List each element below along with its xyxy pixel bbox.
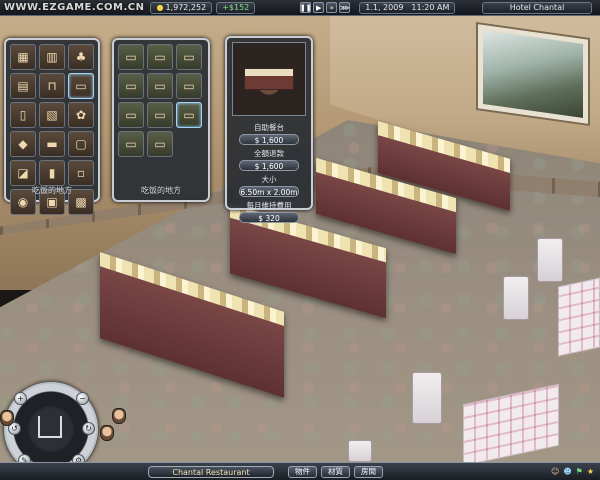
landscape-painting[interactable] xyxy=(478,24,588,124)
dining-chair[interactable] xyxy=(348,440,372,462)
minimap-view[interactable] xyxy=(28,406,74,452)
buffet-table-preview xyxy=(244,68,294,90)
staff-portrait-icon[interactable] xyxy=(0,410,14,426)
furniture-slot[interactable]: ◆ xyxy=(10,131,36,157)
furniture-slot-selected[interactable]: ▭ xyxy=(68,73,94,99)
guest-icon[interactable]: ☺ xyxy=(551,467,559,476)
objects-button[interactable]: 物件 xyxy=(288,465,317,478)
rotate-right-icon[interactable]: ↻ xyxy=(82,422,95,435)
income-value: +$152 xyxy=(222,3,250,12)
top-status-bar: WWW.EZGAME.COM.CN ● 1,972,252 +$152 ❚❚ ▶… xyxy=(0,0,600,16)
minimap-room-outline xyxy=(38,416,62,438)
buffet-slot[interactable]: ▭ xyxy=(118,44,144,70)
date-time-display: 1.1, 2009 11:20 AM xyxy=(359,1,456,14)
buffet-item-panel: ▭ ▭ ▭ ▭ ▭ ▭ ▭ ▭ ▭ ▭ ▭ 吃饭的地方 xyxy=(112,38,210,202)
money-display: ● 1,972,252 xyxy=(150,1,213,14)
item-info-panel: 自助餐台 $ 1,600 全額退款 $ 1,600 大小 6.50m x 2.0… xyxy=(225,36,313,223)
furniture-slot[interactable]: ▤ xyxy=(10,73,36,99)
play-icon[interactable]: ▶ xyxy=(313,2,325,13)
furniture-slot[interactable]: ⊓ xyxy=(39,73,65,99)
income-display: +$152 xyxy=(216,1,256,14)
furniture-category-panel: ▦ ▥ ♣ ▤ ⊓ ▭ ▯ ▧ ✿ ◆ ▬ ▢ ◪ ▮ ▫ ◉ ▣ ▩ 吃饭的地… xyxy=(4,38,100,215)
staff-icon[interactable]: ☻ xyxy=(563,467,571,476)
staff-portrait-icon[interactable] xyxy=(112,408,126,424)
furniture-slot[interactable]: ▮ xyxy=(39,160,65,186)
current-room-label[interactable]: Chantal Restaurant xyxy=(148,465,274,478)
dining-chair[interactable] xyxy=(537,238,563,282)
furniture-slot[interactable]: ▥ xyxy=(39,44,65,70)
furniture-slot[interactable]: ◪ xyxy=(10,160,36,186)
furniture-slot[interactable]: ▯ xyxy=(10,102,36,128)
rooms-button[interactable]: 房間 xyxy=(354,465,383,478)
size-label: 大小 xyxy=(261,175,277,184)
buffet-slot[interactable]: ▭ xyxy=(147,44,173,70)
speed-controls: ❚❚ ▶ » ⋙ xyxy=(299,2,351,13)
buffet-slot[interactable]: ▭ xyxy=(118,102,144,128)
buffet-slot[interactable]: ▭ xyxy=(176,44,202,70)
size-value: 6.50m x 2.00m xyxy=(239,186,299,197)
furniture-slot[interactable]: ▧ xyxy=(39,102,65,128)
dining-chair[interactable] xyxy=(503,276,529,320)
star-icon[interactable]: ★ xyxy=(587,467,594,476)
watermark-text: WWW.EZGAME.COM.CN xyxy=(4,2,145,13)
furniture-slot[interactable]: ▬ xyxy=(39,131,65,157)
faster-icon[interactable]: ⋙ xyxy=(339,2,351,13)
buffet-slot-selected[interactable]: ▭ xyxy=(176,102,202,128)
money-value: 1,972,252 xyxy=(165,3,207,12)
resale-label: 全額退款 xyxy=(254,149,284,158)
zoom-out-icon[interactable]: − xyxy=(76,392,89,405)
game-time: 11:20 AM xyxy=(411,3,450,12)
dining-chair[interactable] xyxy=(412,372,442,424)
hotel-name-display[interactable]: Hotel Chantal xyxy=(482,1,592,14)
game-date: 1.1, 2009 xyxy=(365,3,404,12)
buffet-slot[interactable]: ▭ xyxy=(147,73,173,99)
current-room-name: Chantal Restaurant xyxy=(172,467,250,477)
upkeep-label: 每月維持費用 xyxy=(246,201,292,210)
buffet-slot[interactable]: ▭ xyxy=(147,102,173,128)
dining-table-cloth[interactable] xyxy=(558,277,600,357)
materials-button[interactable]: 材質 xyxy=(321,465,350,478)
pause-icon[interactable]: ❚❚ xyxy=(300,2,312,13)
buffet-slot[interactable]: ▭ xyxy=(147,131,173,157)
furniture-slot[interactable]: ▦ xyxy=(10,44,36,70)
furniture-slot[interactable]: ▢ xyxy=(68,131,94,157)
fast-forward-icon[interactable]: » xyxy=(326,2,338,13)
furniture-slot[interactable]: ▫ xyxy=(68,160,94,186)
buffet-slot[interactable]: ▭ xyxy=(176,73,202,99)
furniture-slot[interactable]: ✿ xyxy=(68,102,94,128)
furniture-panel-label: 吃饭的地方 xyxy=(32,186,72,195)
buffet-slot[interactable]: ▭ xyxy=(118,73,144,99)
resale-value: $ 1,600 xyxy=(239,160,299,171)
buffet-grid: ▭ ▭ ▭ ▭ ▭ ▭ ▭ ▭ ▭ ▭ ▭ xyxy=(118,44,204,157)
coin-icon: ● xyxy=(156,3,164,12)
buffet-slot[interactable]: ▭ xyxy=(118,131,144,157)
status-icons: ☺ ☻ ⚑ ★ xyxy=(551,467,594,476)
bottom-toolbar: Chantal Restaurant 物件 材質 房間 ☺ ☻ ⚑ ★ xyxy=(0,462,600,480)
staff-portrait-icon[interactable] xyxy=(100,425,114,441)
flag-icon[interactable]: ⚑ xyxy=(576,467,583,476)
item-price-value: $ 1,600 xyxy=(239,134,299,145)
furniture-slot[interactable]: ♣ xyxy=(68,44,94,70)
item-name: 自助餐台 xyxy=(254,123,284,132)
hotel-name: Hotel Chantal xyxy=(509,3,565,12)
item-preview-image xyxy=(232,42,306,116)
upkeep-value: $ 320 xyxy=(239,212,299,223)
zoom-in-icon[interactable]: + xyxy=(14,392,27,405)
buffet-panel-label: 吃饭的地方 xyxy=(141,186,181,195)
